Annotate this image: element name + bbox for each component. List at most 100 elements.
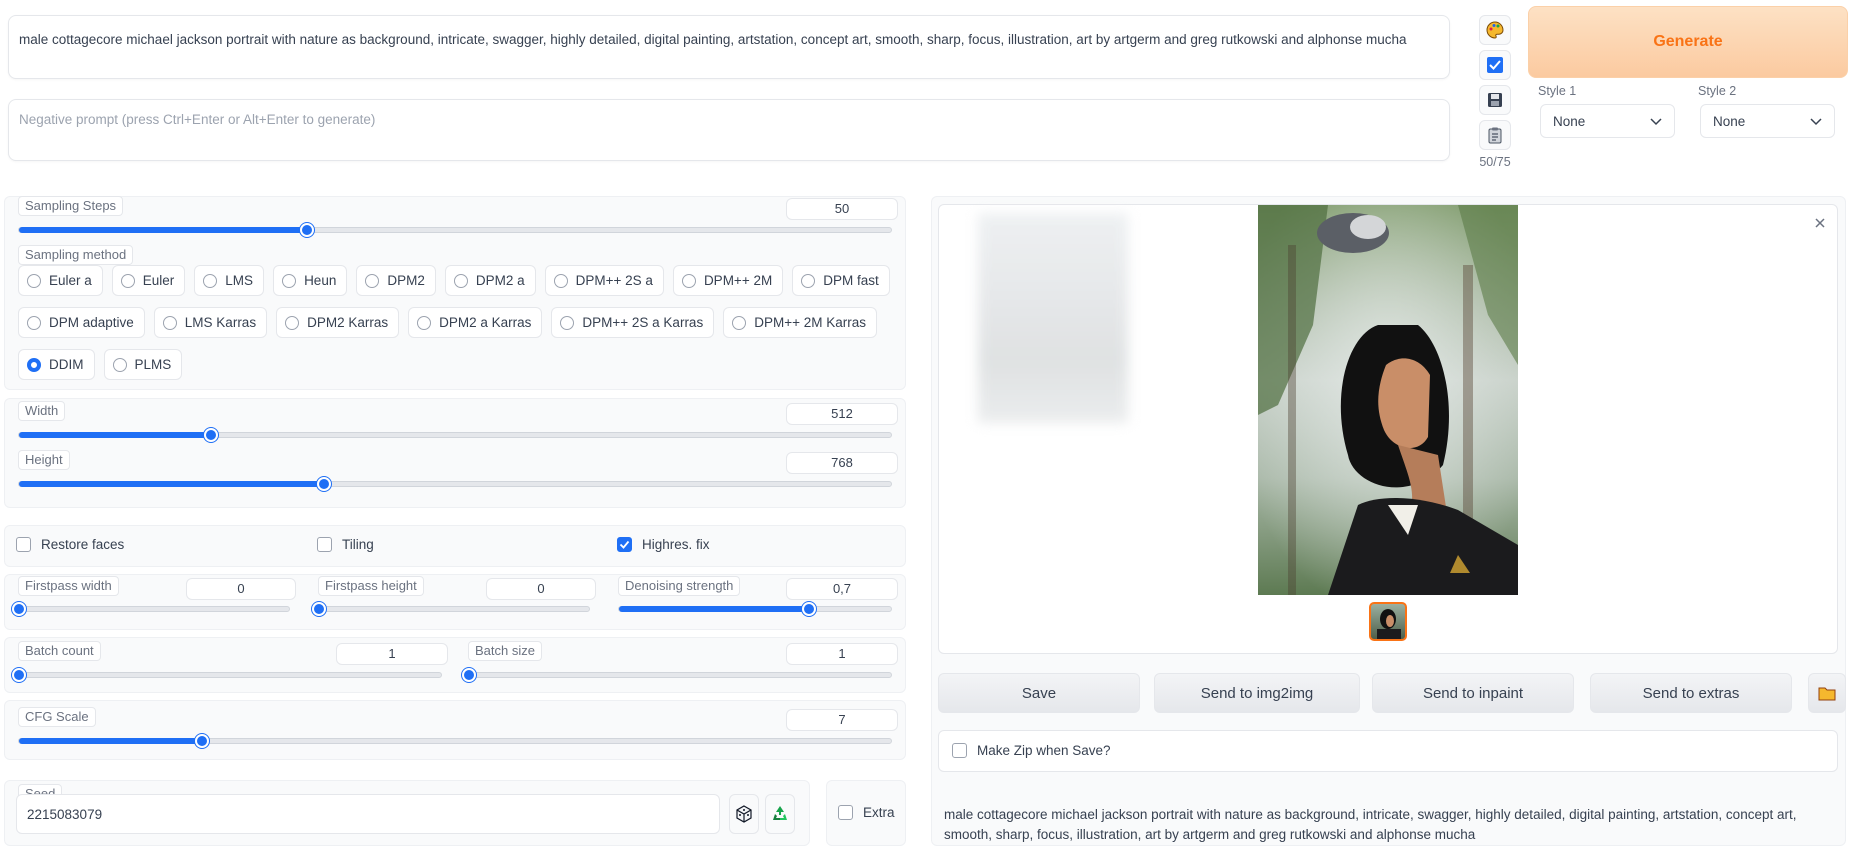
sampler-option-dpmpp-2s-a[interactable]: DPM++ 2S a (544, 265, 664, 296)
save-button[interactable]: Save (938, 673, 1140, 713)
sampler-option-dpmpp-2s-a-karras[interactable]: DPM++ 2S a Karras (551, 307, 715, 338)
slider-thumb[interactable] (12, 602, 26, 616)
highres-fix-checkbox[interactable] (617, 537, 632, 552)
slider-thumb[interactable] (195, 734, 210, 748)
batch-size-label: Batch size (468, 641, 542, 661)
generated-image[interactable] (1258, 205, 1518, 595)
recycle-icon[interactable] (765, 794, 795, 834)
radio-button[interactable] (553, 273, 568, 288)
send-to-img2img-button[interactable]: Send to img2img (1154, 673, 1360, 713)
firstpass-height-input[interactable]: 0 (486, 578, 596, 600)
radio-button[interactable] (732, 315, 747, 330)
generate-button[interactable]: Generate (1528, 6, 1848, 78)
firstpass-width-input[interactable]: 0 (186, 578, 296, 600)
palette-icon[interactable] (1479, 15, 1511, 45)
radio-button[interactable] (27, 273, 41, 288)
radio-button[interactable] (112, 357, 127, 372)
height-slider[interactable] (18, 477, 892, 491)
sampler-option-dpm2[interactable]: DPM2 (356, 265, 436, 296)
tiling-option[interactable]: Tiling (317, 537, 374, 552)
sampler-option-ddim[interactable]: DDIM (18, 349, 95, 380)
sampler-option-euler-a[interactable]: Euler a (18, 265, 103, 296)
sampler-option-dpm-fast[interactable]: DPM fast (792, 265, 890, 296)
send-to-inpaint-button[interactable]: Send to inpaint (1372, 673, 1574, 713)
firstpass-width-slider[interactable] (12, 602, 290, 616)
width-input[interactable]: 512 (786, 403, 898, 425)
firstpass-height-slider[interactable] (312, 602, 590, 616)
batch-size-input[interactable]: 1 (786, 643, 898, 665)
sampler-option-dpmpp-2m[interactable]: DPM++ 2M (672, 265, 784, 296)
slider-thumb[interactable] (12, 668, 26, 682)
style1-select[interactable]: None (1540, 104, 1675, 138)
restore-faces-checkbox[interactable] (16, 537, 31, 552)
sampler-option-dpm2-a-karras[interactable]: DPM2 a Karras (408, 307, 543, 338)
radio-button[interactable] (681, 273, 696, 288)
sampler-option-label: DPM adaptive (49, 315, 134, 330)
radio-button[interactable] (282, 273, 297, 288)
sampler-option-dpm-adaptive[interactable]: DPM adaptive (18, 307, 145, 338)
radio-button[interactable] (801, 273, 816, 288)
prompt-input[interactable]: male cottagecore michael jackson portrai… (8, 15, 1450, 79)
sampler-option-dpm2-a[interactable]: DPM2 a (444, 265, 536, 296)
batch-count-slider[interactable] (12, 668, 442, 682)
radio-button[interactable] (27, 315, 41, 330)
radio-button[interactable] (27, 357, 41, 372)
radio-button[interactable] (365, 273, 380, 288)
tiling-checkbox[interactable] (317, 537, 332, 552)
radio-button[interactable] (120, 273, 135, 288)
sampler-option-dpm2-karras[interactable]: DPM2 Karras (276, 307, 400, 338)
height-input[interactable]: 768 (786, 452, 898, 474)
sampler-option-lms-karras[interactable]: LMS Karras (153, 307, 268, 338)
folder-icon[interactable] (1808, 673, 1846, 713)
checkbox-icon[interactable] (1479, 50, 1511, 80)
sampling-steps-input[interactable]: 50 (786, 198, 898, 220)
slider-thumb[interactable] (299, 223, 314, 237)
sampling-method-row1: Euler a Euler LMS Heun DPM2 DPM2 a DPM++ 2S a D… (18, 265, 898, 296)
sampler-option-label: DPM2 a (475, 273, 525, 288)
close-icon[interactable] (1810, 213, 1830, 233)
batch-count-input[interactable]: 1 (336, 643, 448, 665)
sampler-option-euler[interactable]: Euler (111, 265, 186, 296)
sampler-option-dpmpp-2m-karras[interactable]: DPM++ 2M Karras (723, 307, 877, 338)
style2-select[interactable]: None (1700, 104, 1835, 138)
cfg-scale-input[interactable]: 7 (786, 709, 898, 731)
denoising-strength-input[interactable]: 0,7 (786, 578, 898, 600)
extra-option[interactable]: Extra (838, 805, 895, 820)
sampler-option-plms[interactable]: PLMS (103, 349, 183, 380)
slider-thumb[interactable] (203, 428, 218, 442)
clipboard-icon[interactable] (1479, 120, 1511, 150)
radio-button[interactable] (203, 273, 218, 288)
style1-label: Style 1 (1538, 84, 1577, 98)
slider-thumb[interactable] (312, 602, 326, 616)
make-zip-option[interactable]: Make Zip when Save? (952, 743, 1111, 758)
slider-fill (19, 738, 203, 744)
sampling-method-row2: DPM adaptive LMS Karras DPM2 Karras DPM2 a … (18, 307, 898, 338)
negative-prompt-input[interactable]: Negative prompt (press Ctrl+Enter or Alt… (8, 99, 1450, 161)
send-to-extras-button[interactable]: Send to extras (1590, 673, 1792, 713)
firstpass-width-label: Firstpass width (18, 576, 119, 596)
batch-size-slider[interactable] (462, 668, 892, 682)
save-icon[interactable] (1479, 85, 1511, 115)
sampler-option-label: Euler (142, 273, 175, 288)
restore-faces-option[interactable]: Restore faces (16, 537, 124, 552)
radio-button[interactable] (417, 315, 432, 330)
style1-value: None (1553, 113, 1586, 129)
sampler-option-heun[interactable]: Heun (273, 265, 348, 296)
make-zip-checkbox[interactable] (952, 743, 967, 758)
denoising-strength-slider[interactable] (618, 602, 892, 616)
cfg-scale-slider[interactable] (18, 734, 892, 748)
extra-checkbox[interactable] (838, 805, 853, 820)
sampling-steps-slider[interactable] (18, 223, 892, 237)
dice-icon[interactable] (729, 794, 759, 834)
radio-button[interactable] (285, 315, 300, 330)
seed-input[interactable]: 2215083079 (16, 794, 720, 834)
slider-thumb[interactable] (462, 668, 476, 682)
radio-button[interactable] (162, 315, 177, 330)
width-slider[interactable] (18, 428, 892, 442)
batch-panel (4, 637, 906, 693)
sampler-option-lms[interactable]: LMS (194, 265, 265, 296)
image-thumbnail[interactable] (1369, 602, 1407, 641)
highres-fix-option[interactable]: Highres. fix (617, 537, 710, 552)
radio-button[interactable] (453, 273, 468, 288)
radio-button[interactable] (560, 315, 575, 330)
